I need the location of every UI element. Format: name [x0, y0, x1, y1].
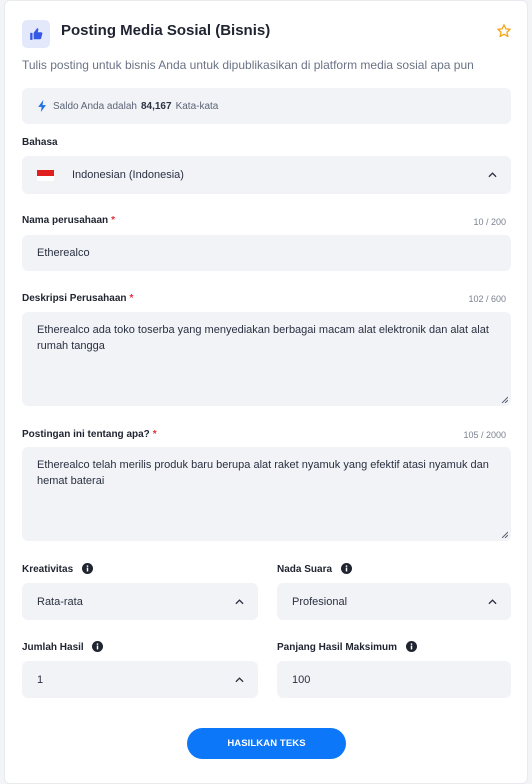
resize-grip-icon[interactable]	[501, 531, 508, 538]
tone-label: Nada Suara	[277, 562, 352, 575]
max-length-label: Panjang Hasil Maksimum	[277, 640, 417, 653]
creativity-select[interactable]: Rata-rata	[22, 583, 258, 620]
max-length-input[interactable]: 100	[277, 661, 511, 698]
post-topic-textarea[interactable]: Etherealco telah merilis produk baru ber…	[22, 447, 511, 541]
max-length-label-text: Panjang Hasil Maksimum	[277, 642, 398, 653]
tone-select[interactable]: Profesional	[277, 583, 511, 620]
info-icon[interactable]	[405, 640, 417, 652]
info-icon[interactable]	[81, 562, 93, 574]
language-label-text: Bahasa	[22, 137, 58, 148]
word-balance-banner: Saldo Anda adalah 84,167 Kata-kata	[22, 88, 511, 124]
balance-amount: 84,167	[140, 100, 172, 112]
company-description-value: Etherealco ada toko toserba yang menyedi…	[37, 324, 489, 352]
chevron-up-icon	[235, 598, 244, 604]
tone-value: Profesional	[292, 595, 348, 608]
required-marker: *	[129, 293, 134, 304]
result-count-label: Jumlah Hasil	[22, 640, 104, 653]
company-name-counter: 10 / 200	[473, 217, 506, 227]
chevron-up-icon	[488, 172, 497, 178]
creativity-label: Kreativitas	[22, 562, 93, 575]
result-count-select[interactable]: 1	[22, 661, 258, 698]
generate-text-button[interactable]: HASILKAN TEKS	[187, 728, 346, 759]
company-description-label-text: Deskripsi Perusahaan	[22, 293, 127, 304]
company-name-value: Etherealco	[37, 247, 90, 259]
page-subtitle: Tulis posting untuk bisnis Anda untuk di…	[22, 58, 474, 72]
tone-label-text: Nada Suara	[277, 564, 333, 575]
language-value: Indonesian (Indonesia)	[72, 169, 184, 181]
chevron-up-icon	[235, 676, 244, 682]
favorite-star-icon[interactable]	[496, 23, 512, 39]
required-marker: *	[111, 215, 116, 226]
post-topic-value: Etherealco telah merilis produk baru ber…	[37, 459, 489, 487]
company-name-label: Nama perusahaan *	[22, 215, 115, 226]
indonesia-flag-icon	[37, 169, 54, 181]
info-icon[interactable]	[340, 562, 352, 574]
required-marker: *	[152, 429, 157, 440]
company-description-counter: 102 / 600	[468, 294, 506, 304]
max-length-value: 100	[292, 673, 311, 686]
creativity-value: Rata-rata	[37, 595, 83, 608]
thumbs-up-icon	[22, 20, 50, 48]
company-name-input[interactable]: Etherealco	[22, 235, 511, 271]
language-label: Bahasa	[22, 137, 58, 148]
chevron-up-icon	[488, 598, 497, 604]
result-count-value: 1	[37, 673, 44, 686]
creativity-label-text: Kreativitas	[22, 564, 74, 575]
company-name-label-text: Nama perusahaan	[22, 215, 109, 226]
resize-grip-icon[interactable]	[501, 396, 508, 403]
lightning-icon	[38, 100, 46, 112]
info-icon[interactable]	[92, 640, 104, 652]
social-post-form-card: Posting Media Sosial (Bisnis) Tulis post…	[4, 0, 528, 784]
balance-prefix: Saldo Anda adalah	[53, 100, 137, 112]
post-topic-label: Postingan ini tentang apa? *	[22, 429, 157, 440]
page-title: Posting Media Sosial (Bisnis)	[61, 22, 271, 39]
company-description-textarea[interactable]: Etherealco ada toko toserba yang menyedi…	[22, 312, 511, 406]
post-topic-label-text: Postingan ini tentang apa?	[22, 429, 150, 440]
language-select[interactable]: Indonesian (Indonesia)	[22, 156, 511, 194]
company-description-label: Deskripsi Perusahaan *	[22, 293, 133, 304]
result-count-label-text: Jumlah Hasil	[22, 642, 84, 653]
post-topic-counter: 105 / 2000	[463, 430, 506, 440]
balance-suffix: Kata-kata	[175, 100, 219, 112]
